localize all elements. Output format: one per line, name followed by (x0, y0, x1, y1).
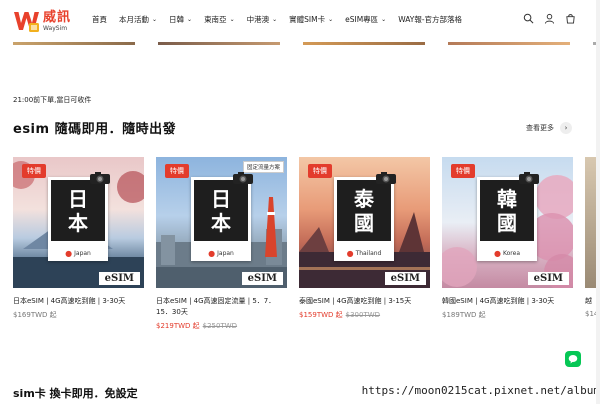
polaroid-frame: 韓國 ● Korea (477, 177, 537, 261)
product-card[interactable]: 特價 日本 ● Japan eSIM 日本eSIM | 4G高速吃到飽 | 3-3… (13, 157, 144, 320)
sale-tag: 特價 (451, 164, 475, 178)
map-pin-icon: ● (208, 249, 216, 258)
view-more-link[interactable]: 查看更多 › (526, 122, 572, 134)
bottom-section-title: sim卡 換卡即用．免設定 (13, 387, 138, 400)
main-nav: 首頁 本月活動 ⌄ 日韓 ⌄ 東南亞 ⌄ 中港澳 ⌄ 實體SIM卡 ⌄ eSIM專區 ⌄ W… (92, 14, 474, 25)
product-title[interactable]: 泰國eSIM | 4G高速吃到飽 | 3-15天 (299, 296, 430, 307)
page-scrollbar[interactable] (596, 0, 600, 404)
nav-southeast-asia[interactable]: 東南亞 ⌄ (204, 14, 235, 25)
banner-strip (13, 42, 600, 45)
polaroid-frame: 日本 ● Japan (48, 177, 108, 261)
product-image[interactable]: 特價 韓國 ● Korea eSIM (442, 157, 573, 288)
nav-monthly-events[interactable]: 本月活動 ⌄ (119, 14, 157, 25)
camera-icon (376, 172, 396, 184)
chevron-down-icon: ⌄ (229, 16, 235, 23)
map-pin-icon: ● (494, 249, 501, 258)
user-icon[interactable] (544, 13, 555, 24)
delivery-notice: 21:00前下單,當日可收件 (13, 96, 92, 104)
nav-china-hk-macau[interactable]: 中港澳 ⌄ (247, 14, 278, 25)
site-header: 威訊 WaySim 首頁 本月活動 ⌄ 日韓 ⌄ 東南亞 ⌄ 中港澳 ⌄ 實體SIM卡 ⌄… (0, 0, 600, 42)
nav-physical-sim[interactable]: 實體SIM卡 ⌄ (289, 14, 333, 25)
esim-badge: eSIM (384, 272, 426, 285)
line-chat-button[interactable] (565, 351, 581, 367)
product-card[interactable]: 特價 固定流量方案 日本 ● Japan eSIM 日本eSIM | 4G高速固定… (156, 157, 287, 331)
product-image[interactable]: 特價 日本 ● Japan eSIM (13, 157, 144, 288)
chevron-down-icon: ⌄ (381, 16, 387, 23)
nav-japan-korea[interactable]: 日韓 ⌄ (169, 14, 192, 25)
cart-icon[interactable] (565, 13, 576, 24)
polaroid-frame: 泰國 ● Thailand (334, 177, 394, 261)
chevron-down-icon: ⌄ (187, 16, 193, 23)
waysim-logo-icon (13, 9, 40, 33)
brand-sub: WaySim (43, 24, 68, 32)
product-title[interactable]: 日本eSIM | 4G高速吃到飽 | 3-30天 (13, 296, 144, 307)
chat-bubble-icon (568, 355, 578, 364)
product-card[interactable]: 特價 韓國 ● Korea eSIM 韓國eSIM | 4G高速吃到飽 | 3-3… (442, 157, 573, 320)
sale-tag: 特價 (308, 164, 332, 178)
esim-badge: eSIM (98, 272, 140, 285)
watermark-url: https://moon0215cat.pixnet.net/album (361, 384, 600, 397)
esim-badge: eSIM (241, 272, 283, 285)
product-title[interactable]: 韓國eSIM | 4G高速吃到飽 | 3-30天 (442, 296, 573, 307)
sale-tag: 特價 (165, 164, 189, 178)
camera-icon (90, 172, 110, 184)
product-image[interactable]: 特價 固定流量方案 日本 ● Japan eSIM (156, 157, 287, 288)
camera-icon (233, 172, 253, 184)
product-price: $159TWD 起 $300TWD (299, 311, 381, 319)
nav-esim[interactable]: eSIM專區 ⌄ (345, 14, 386, 25)
nav-home[interactable]: 首頁 (92, 14, 107, 25)
product-card[interactable]: 特價 泰國 ● Thailand eSIM 泰國eSIM | 4G高速吃到飽 | … (299, 157, 430, 320)
chevron-down-icon: ⌄ (328, 16, 334, 23)
brand-name: 威訊 (43, 9, 72, 25)
polaroid-frame: 日本 ● Japan (191, 177, 251, 261)
camera-icon (519, 172, 539, 184)
chevron-right-icon: › (560, 122, 572, 134)
nav-blog[interactable]: WAY報-官方部落格 (398, 14, 462, 25)
chevron-down-icon: ⌄ (272, 16, 278, 23)
section-title: esim 隨碼即用．隨時出發 (13, 122, 177, 137)
brand-logo[interactable]: 威訊 WaySim (13, 8, 83, 34)
search-icon[interactable] (523, 13, 534, 24)
header-actions (523, 13, 576, 24)
product-carousel: 特價 日本 ● Japan eSIM 日本eSIM | 4G高速吃到飽 | 3-3… (13, 157, 600, 337)
chevron-down-icon: ⌄ (152, 16, 158, 23)
product-price: $189TWD 起 (442, 311, 486, 319)
map-pin-icon: ● (346, 249, 354, 258)
product-price: $219TWD 起 $250TWD (156, 322, 238, 330)
esim-badge: eSIM (527, 272, 569, 285)
map-pin-icon: ● (65, 249, 73, 258)
product-price: $169TWD 起 (13, 311, 57, 319)
product-title[interactable]: 日本eSIM | 4G高速固定流量 | 5．7．15．30天 (156, 296, 287, 318)
sale-tag: 特價 (22, 164, 46, 178)
product-image[interactable]: 特價 泰國 ● Thailand eSIM (299, 157, 430, 288)
